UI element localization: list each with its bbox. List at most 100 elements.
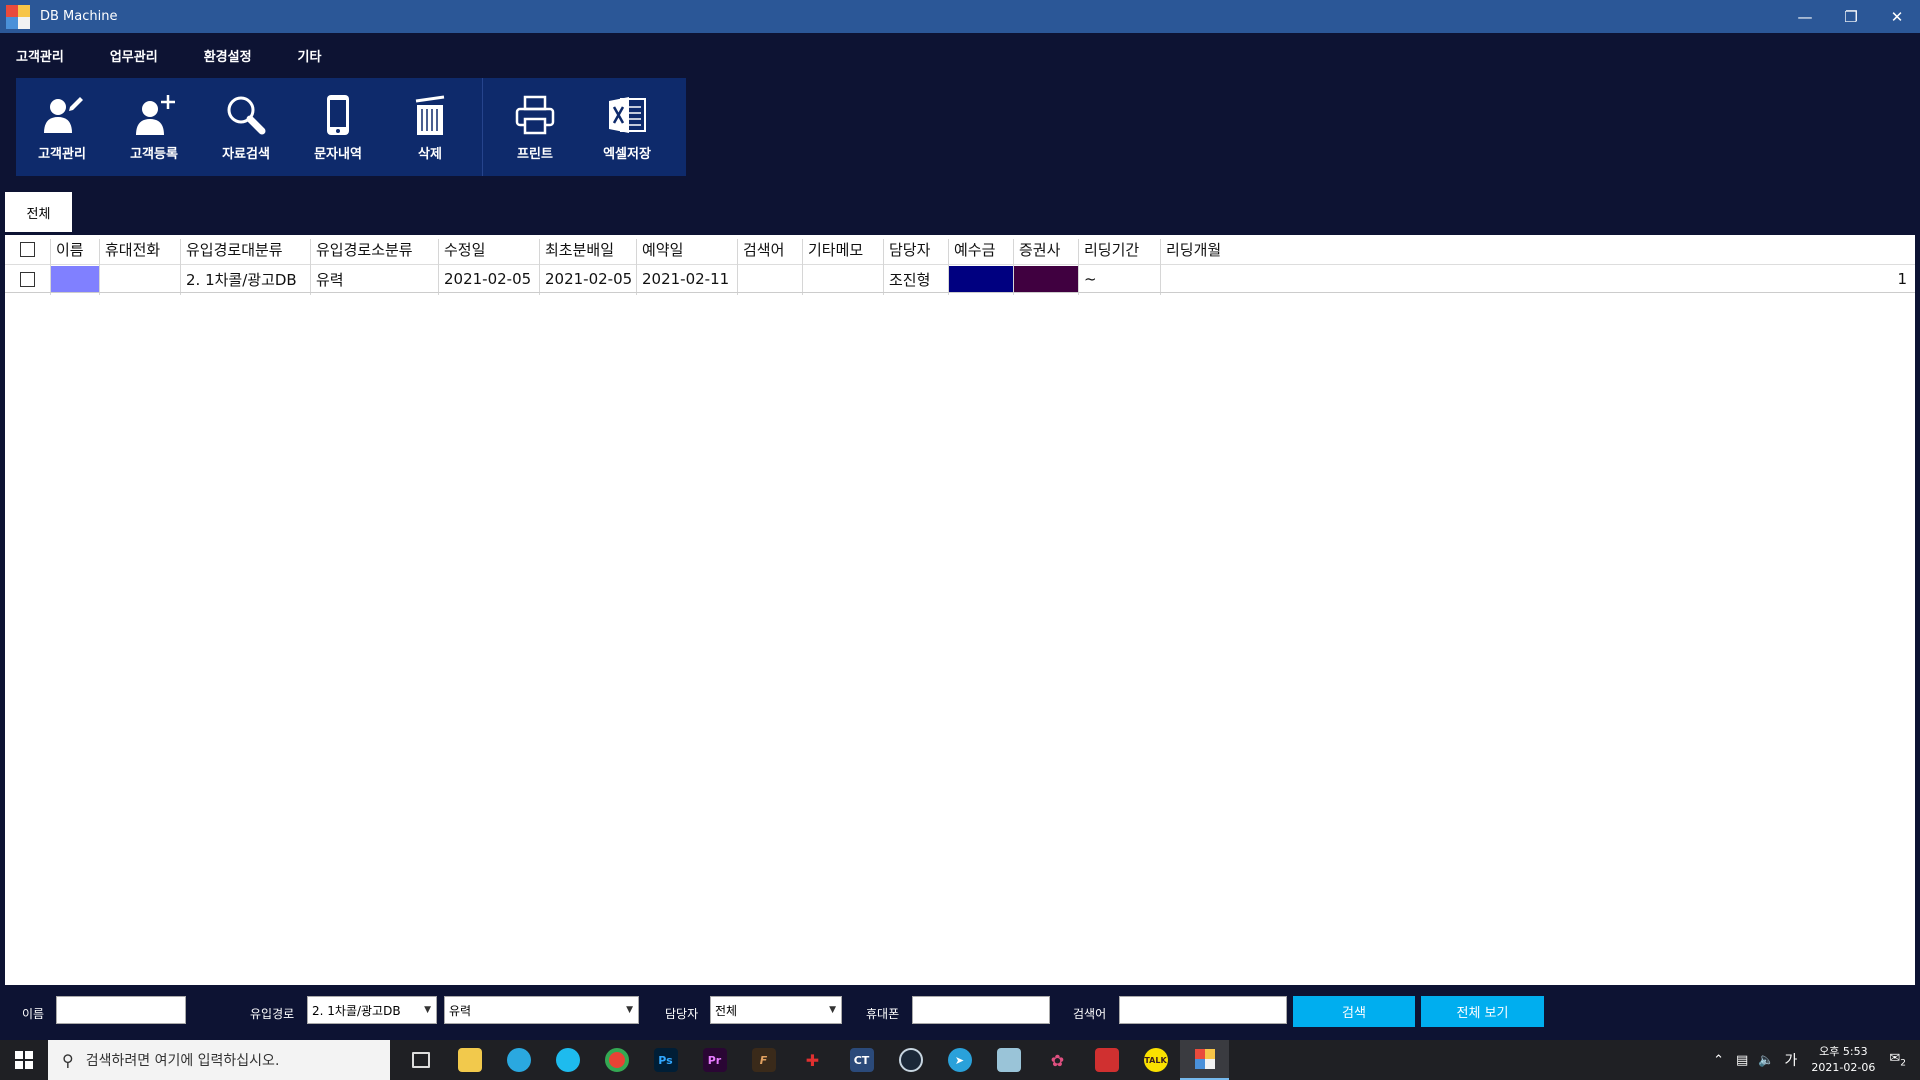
- taskbar-app-files[interactable]: [984, 1040, 1033, 1080]
- select-all-checkbox[interactable]: [20, 242, 35, 257]
- game-app-icon: [1094, 1048, 1119, 1072]
- toolbar-label: 엑셀저장: [603, 146, 651, 162]
- volume-icon[interactable]: 🔈: [1758, 1053, 1774, 1068]
- menu-settings[interactable]: 환경설정: [204, 46, 252, 65]
- dbmachine-icon: [1193, 1047, 1217, 1071]
- source-major-select[interactable]: 2. 1차콜/광고DB ▼: [307, 996, 437, 1024]
- task-view-button[interactable]: [396, 1040, 445, 1080]
- delete-button[interactable]: 삭제: [384, 78, 476, 176]
- kakaotalk-icon: TALK: [1143, 1048, 1168, 1072]
- source-major-cell[interactable]: 2. 1차콜/광고DB: [186, 265, 297, 293]
- notification-count: 2: [1900, 1058, 1906, 1069]
- row-checkbox[interactable]: [20, 271, 35, 287]
- col-header-period[interactable]: 리딩기간: [1084, 236, 1139, 264]
- clock[interactable]: 오후 5:53 2021-02-06: [1811, 1044, 1875, 1076]
- sms-history-button[interactable]: 문자내역: [292, 78, 384, 176]
- select-all-checkbox-cell: [20, 236, 35, 264]
- source-minor-cell[interactable]: 유력: [316, 265, 344, 293]
- keyword-input[interactable]: [1119, 996, 1287, 1024]
- col-header-modified[interactable]: 수정일: [444, 236, 485, 264]
- toolbar-separator: [482, 78, 483, 176]
- taskbar-app-premiere[interactable]: Pr: [690, 1040, 739, 1080]
- first-assigned-cell[interactable]: 2021-02-05: [545, 265, 632, 293]
- col-header-memo[interactable]: 기타메모: [808, 236, 863, 264]
- taskbar-search-placeholder: 검색하려면 여기에 입력하십시오.: [85, 1053, 280, 1069]
- manager-select[interactable]: 전체 ▼: [710, 996, 842, 1024]
- windows-icon: [15, 1051, 33, 1069]
- taskbar-app-chrome[interactable]: [592, 1040, 641, 1080]
- customer-grid: 이름 휴대전화 유입경로대분류 유입경로소분류 수정일 최초분배일 예약일 검색…: [5, 232, 1915, 985]
- col-header-phone[interactable]: 휴대전화: [105, 236, 160, 264]
- phone-input[interactable]: [912, 996, 1050, 1024]
- taskbar-search-box[interactable]: ⚲ 검색하려면 여기에 입력하십시오.: [48, 1040, 390, 1080]
- taskbar-app-red[interactable]: ✚: [788, 1040, 837, 1080]
- ie-icon: [555, 1048, 580, 1072]
- window-controls: — ❐ ✕: [1782, 0, 1920, 33]
- source-minor-value: 유력: [449, 1003, 472, 1018]
- manager-label: 담당자: [665, 1007, 699, 1021]
- menu-bar: 고객관리 업무관리 환경설정 기타: [0, 40, 351, 70]
- chevron-up-icon[interactable]: ⌃: [1713, 1053, 1724, 1068]
- taskbar-app-game[interactable]: [1082, 1040, 1131, 1080]
- taskbar-app-steam[interactable]: [886, 1040, 935, 1080]
- col-header-reserved[interactable]: 예약일: [642, 236, 683, 264]
- start-button[interactable]: [0, 1040, 48, 1080]
- col-header-keyword[interactable]: 검색어: [743, 236, 784, 264]
- modified-date-cell[interactable]: 2021-02-05: [444, 265, 531, 293]
- name-input[interactable]: [56, 996, 186, 1024]
- phone-label: 휴대폰: [866, 1007, 900, 1021]
- customer-register-button[interactable]: 고객등록: [108, 78, 200, 176]
- menu-work[interactable]: 업무관리: [110, 46, 158, 65]
- close-button[interactable]: ✕: [1874, 0, 1920, 33]
- taskbar-app-edge[interactable]: [494, 1040, 543, 1080]
- source-label: 유입경로: [250, 1007, 295, 1021]
- manager-cell[interactable]: 조진형: [889, 265, 930, 293]
- col-header-first-assigned[interactable]: 최초분배일: [545, 236, 614, 264]
- col-header-source-minor[interactable]: 유입경로소분류: [316, 236, 413, 264]
- task-view-icon: [411, 1052, 430, 1068]
- menu-customer[interactable]: 고객관리: [16, 46, 64, 65]
- system-tray: ⌃ ▤ 🔈 가 오후 5:53 2021-02-06 ✉2: [1713, 1040, 1920, 1080]
- folder-icon: [457, 1048, 482, 1072]
- taskbar-app-paint[interactable]: ✿: [1033, 1040, 1082, 1080]
- data-search-button[interactable]: 자료검색: [200, 78, 292, 176]
- customer-manage-button[interactable]: 고객관리: [16, 78, 108, 176]
- name-cell[interactable]: [51, 266, 99, 292]
- manager-value: 전체: [715, 1003, 738, 1018]
- taskbar-app-photoshop[interactable]: Ps: [641, 1040, 690, 1080]
- col-header-broker[interactable]: 증권사: [1019, 236, 1060, 264]
- taskbar-app-f[interactable]: F: [739, 1040, 788, 1080]
- table-row[interactable]: 2. 1차콜/광고DB 유력 2021-02-05 2021-02-05 202…: [5, 265, 1915, 293]
- restore-button[interactable]: ❐: [1828, 0, 1874, 33]
- excel-save-button[interactable]: 엑셀저장: [581, 78, 673, 176]
- search-button[interactable]: 검색: [1293, 996, 1415, 1027]
- col-header-name[interactable]: 이름: [56, 236, 84, 264]
- search-icon: ⚲: [62, 1050, 74, 1070]
- restore-icon: ❐: [1844, 7, 1858, 26]
- taskbar-app-telegram[interactable]: ➤: [935, 1040, 984, 1080]
- col-header-months[interactable]: 리딩개월: [1166, 236, 1221, 264]
- ime-indicator[interactable]: 가: [1785, 1050, 1798, 1070]
- notification-icon[interactable]: ✉2: [1889, 1051, 1906, 1069]
- edge-icon: [506, 1048, 531, 1072]
- show-all-button[interactable]: 전체 보기: [1421, 996, 1544, 1027]
- source-minor-select[interactable]: 유력 ▼: [444, 996, 639, 1024]
- col-header-manager[interactable]: 담당자: [889, 236, 930, 264]
- taskbar-app-ct[interactable]: CT: [837, 1040, 886, 1080]
- network-icon[interactable]: ▤: [1736, 1053, 1748, 1068]
- taskbar-app-explorer[interactable]: [445, 1040, 494, 1080]
- reserved-date-cell[interactable]: 2021-02-11: [642, 265, 729, 293]
- period-cell[interactable]: ~: [1084, 265, 1097, 293]
- tab-all[interactable]: 전체: [5, 192, 72, 232]
- broker-cell[interactable]: [1014, 266, 1078, 292]
- taskbar-app-dbmachine[interactable]: [1180, 1040, 1229, 1080]
- col-header-deposit[interactable]: 예수금: [954, 236, 995, 264]
- chevron-down-icon: ▼: [424, 1005, 431, 1015]
- taskbar-app-kakaotalk[interactable]: TALK: [1131, 1040, 1180, 1080]
- col-header-source-major[interactable]: 유입경로대분류: [186, 236, 283, 264]
- menu-etc[interactable]: 기타: [298, 46, 322, 65]
- minimize-button[interactable]: —: [1782, 0, 1828, 33]
- taskbar-app-ie[interactable]: [543, 1040, 592, 1080]
- deposit-cell[interactable]: [949, 266, 1013, 292]
- print-button[interactable]: 프린트: [489, 78, 581, 176]
